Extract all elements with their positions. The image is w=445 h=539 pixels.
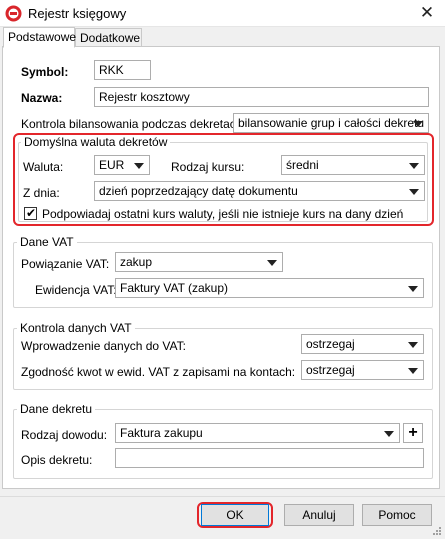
close-icon[interactable]: ✕ <box>417 3 437 23</box>
chevron-down-icon <box>408 368 418 374</box>
chevron-down-icon <box>384 431 394 437</box>
cancel-button[interactable]: Anuluj <box>284 504 354 526</box>
doc-type-value: Faktura zakupu <box>120 426 203 440</box>
currency-label: Waluta: <box>23 160 64 174</box>
description-label: Opis dekretu: <box>21 453 93 467</box>
currency-select[interactable]: EUR <box>94 155 150 175</box>
suggest-rate-checkbox[interactable]: ✔ <box>24 206 37 220</box>
chevron-down-icon <box>409 189 419 195</box>
checkmark-icon: ✔ <box>26 206 37 220</box>
add-doc-type-button[interactable]: + <box>403 423 423 443</box>
doc-type-label: Rodzaj dowodu: <box>21 428 108 442</box>
help-button[interactable]: Pomoc <box>362 504 432 526</box>
symbol-input[interactable]: RKK <box>94 60 151 80</box>
vat-link-select[interactable]: zakup <box>115 252 283 272</box>
app-logo-icon <box>5 5 22 22</box>
chevron-down-icon <box>134 163 144 169</box>
from-day-label: Z dnia: <box>23 186 60 200</box>
from-day-select[interactable]: dzień poprzedzający datę dokumentu <box>94 181 425 201</box>
vat-register-label: Ewidencja VAT: <box>35 283 117 297</box>
vat-register-value: Faktury VAT (zakup) <box>120 281 229 295</box>
doc-type-select[interactable]: Faktura zakupu <box>115 423 400 443</box>
balance-control-select[interactable]: bilansowanie grup i całości dekretu <box>233 113 429 133</box>
suggest-rate-label: Podpowiadaj ostatni kurs waluty, jeśli n… <box>42 207 404 221</box>
vat-consistency-label: Zgodność kwot w ewid. VAT z zapisami na … <box>21 365 296 379</box>
rate-type-value: średni <box>286 158 319 172</box>
footer-separator <box>0 496 445 497</box>
symbol-label: Symbol: <box>21 65 69 79</box>
vat-link-label: Powiązanie VAT: <box>21 257 110 271</box>
vat-group-legend: Dane VAT <box>17 235 77 249</box>
vat-consistency-value: ostrzegaj <box>306 363 355 377</box>
tab-podstawowe[interactable]: Podstawowe <box>3 27 76 48</box>
vat-input-select[interactable]: ostrzegaj <box>301 334 424 354</box>
from-day-value: dzień poprzedzający datę dokumentu <box>99 184 298 198</box>
vat-link-value: zakup <box>120 255 153 269</box>
name-input[interactable]: Rejestr kosztowy <box>94 87 429 107</box>
vat-consistency-select[interactable]: ostrzegaj <box>301 360 424 380</box>
currency-group-legend: Domyślna waluta dekretów <box>21 135 171 149</box>
vat-control-group-legend: Kontrola danych VAT <box>17 321 135 335</box>
vat-input-label: Wprowadzenie danych do VAT: <box>21 339 186 353</box>
ok-button[interactable]: OK <box>201 504 269 526</box>
name-label: Nazwa: <box>21 91 63 105</box>
currency-value: EUR <box>99 158 125 172</box>
chevron-down-icon <box>408 342 418 348</box>
resize-grip-icon[interactable] <box>432 526 442 536</box>
chevron-down-icon <box>413 121 423 127</box>
chevron-down-icon <box>409 163 419 169</box>
description-input[interactable] <box>115 448 424 468</box>
balance-control-value: bilansowanie grup i całości dekretu <box>238 116 425 130</box>
tab-dodatkowe[interactable]: Dodatkowe <box>75 28 142 47</box>
vat-register-select[interactable]: Faktury VAT (zakup) <box>115 278 424 298</box>
rate-type-select[interactable]: średni <box>281 155 425 175</box>
decree-group-legend: Dane dekretu <box>17 402 96 416</box>
vat-input-value: ostrzegaj <box>306 337 355 351</box>
rate-type-label: Rodzaj kursu: <box>171 160 245 174</box>
chevron-down-icon <box>408 286 418 292</box>
balance-control-label: Kontrola bilansowania podczas dekretacji… <box>21 117 245 131</box>
chevron-down-icon <box>267 260 277 266</box>
decree-group <box>13 409 433 479</box>
window-title: Rejestr księgowy <box>28 6 127 21</box>
